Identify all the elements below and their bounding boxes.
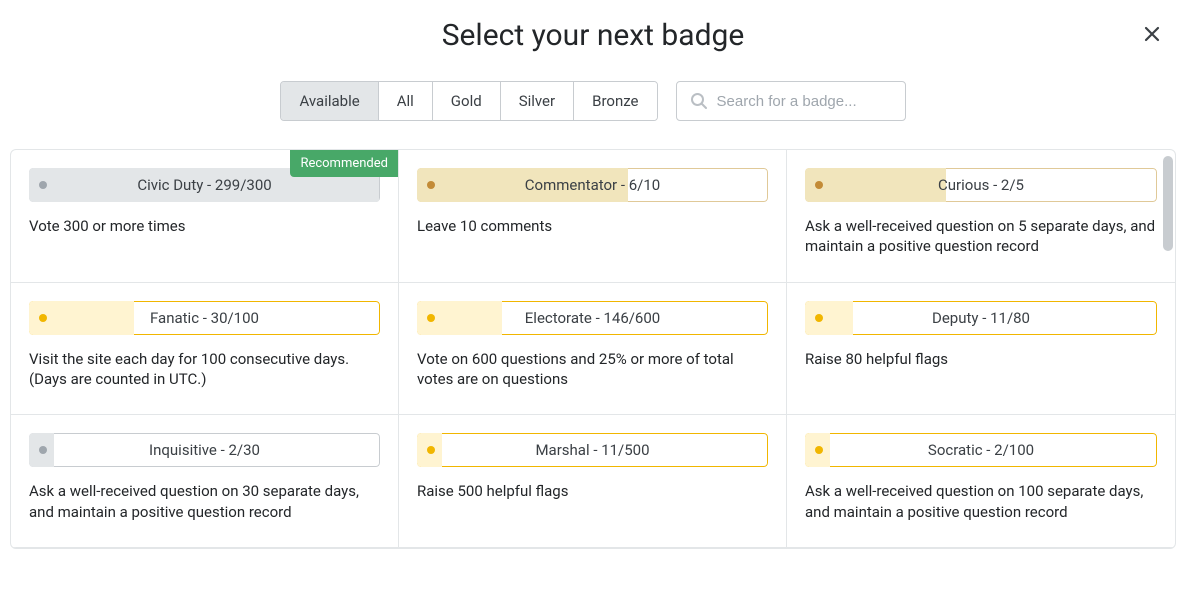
badge-card[interactable]: Electorate - 146/600 Vote on 600 question… xyxy=(399,283,787,416)
badge-card[interactable]: Marshal - 11/500 Raise 500 helpful flags xyxy=(399,415,787,548)
badge-progress[interactable]: Electorate - 146/600 xyxy=(417,301,768,335)
badge-card[interactable]: Deputy - 11/80 Raise 80 helpful flags xyxy=(787,283,1175,416)
badge-description: Vote on 600 questions and 25% or more of… xyxy=(417,349,768,390)
close-icon xyxy=(1142,24,1162,44)
badge-description: Raise 80 helpful flags xyxy=(805,349,1157,369)
badge-progress-label: Marshal - 11/500 xyxy=(417,441,768,459)
tab-silver[interactable]: Silver xyxy=(501,82,574,120)
badge-description: Ask a well-received question on 100 sepa… xyxy=(805,481,1157,522)
badge-card[interactable]: Inquisitive - 2/30 Ask a well-received qu… xyxy=(11,415,399,548)
badge-description: Ask a well-received question on 5 separa… xyxy=(805,216,1157,257)
badge-card[interactable]: Socratic - 2/100 Ask a well-received ques… xyxy=(787,415,1175,548)
badge-progress-label: Deputy - 11/80 xyxy=(805,309,1157,327)
search-input[interactable] xyxy=(717,83,893,120)
badge-card[interactable]: RecommendedCivic Duty - 299/300 Vote 300 … xyxy=(11,150,399,283)
badge-progress[interactable]: Socratic - 2/100 xyxy=(805,433,1157,467)
filter-tabs: AvailableAllGoldSilverBronze xyxy=(280,81,657,121)
badge-progress[interactable]: Fanatic - 30/100 xyxy=(29,301,380,335)
badge-card[interactable]: Commentator - 6/10 Leave 10 comments xyxy=(399,150,787,283)
controls-row: AvailableAllGoldSilverBronze xyxy=(0,81,1186,121)
badge-card[interactable]: Fanatic - 30/100 Visit the site each day … xyxy=(11,283,399,416)
search-icon xyxy=(689,91,709,111)
badge-description: Vote 300 or more times xyxy=(29,216,380,236)
badge-card[interactable]: Curious - 2/5 Ask a well-received questio… xyxy=(787,150,1175,283)
badge-grid-container: RecommendedCivic Duty - 299/300 Vote 300 … xyxy=(10,149,1176,549)
badge-progress-label: Fanatic - 30/100 xyxy=(29,309,380,327)
badge-progress-label: Electorate - 146/600 xyxy=(417,309,768,327)
badge-description: Visit the site each day for 100 consecut… xyxy=(29,349,380,390)
badge-description: Raise 500 helpful flags xyxy=(417,481,768,501)
close-button[interactable] xyxy=(1142,24,1162,48)
badge-progress[interactable]: Commentator - 6/10 xyxy=(417,168,768,202)
badge-grid[interactable]: RecommendedCivic Duty - 299/300 Vote 300 … xyxy=(11,150,1175,548)
badge-progress-label: Commentator - 6/10 xyxy=(417,176,768,194)
badge-picker-modal: Select your next badge AvailableAllGoldS… xyxy=(0,0,1186,594)
search-box[interactable] xyxy=(676,81,906,121)
badge-progress[interactable]: Inquisitive - 2/30 xyxy=(29,433,380,467)
tab-gold[interactable]: Gold xyxy=(433,82,501,120)
badge-progress-label: Civic Duty - 299/300 xyxy=(29,176,380,194)
modal-title: Select your next badge xyxy=(0,18,1186,53)
badge-progress-label: Inquisitive - 2/30 xyxy=(29,441,380,459)
badge-description: Ask a well-received question on 30 separ… xyxy=(29,481,380,522)
badge-progress[interactable]: Curious - 2/5 xyxy=(805,168,1157,202)
tab-bronze[interactable]: Bronze xyxy=(574,82,656,120)
recommended-badge: Recommended xyxy=(290,150,398,177)
tab-available[interactable]: Available xyxy=(281,82,378,120)
badge-description: Leave 10 comments xyxy=(417,216,768,236)
badge-progress-label: Socratic - 2/100 xyxy=(805,441,1157,459)
tab-all[interactable]: All xyxy=(379,82,433,120)
badge-progress-label: Curious - 2/5 xyxy=(805,176,1157,194)
badge-progress[interactable]: Deputy - 11/80 xyxy=(805,301,1157,335)
scrollbar-thumb[interactable] xyxy=(1163,156,1173,251)
badge-progress[interactable]: Marshal - 11/500 xyxy=(417,433,768,467)
